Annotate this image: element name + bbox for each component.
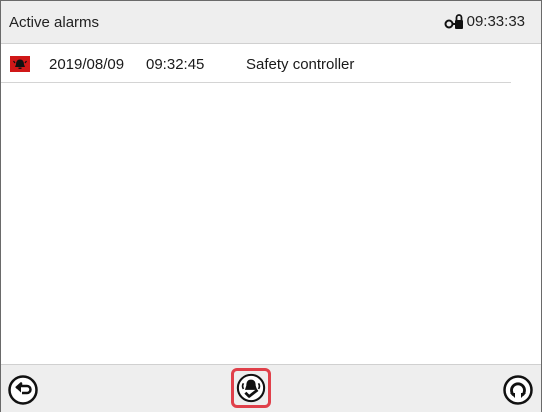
alarm-time: 09:32:45 — [146, 56, 205, 73]
mute-alarm-button[interactable] — [231, 368, 271, 408]
refresh-icon — [503, 375, 533, 405]
back-arrow-icon — [8, 375, 38, 405]
alarm-screen: Active alarms 09:33:33 2019/08/09 09:32:… — [0, 0, 542, 412]
clock: 09:33:33 — [466, 13, 525, 30]
alarm-list: 2019/08/09 09:32:45 Safety controller — [1, 44, 541, 83]
key-lock-icon — [444, 13, 463, 29]
refresh-button[interactable] — [501, 373, 535, 407]
header-bar: Active alarms 09:33:33 — [1, 1, 541, 44]
footer-bar — [1, 364, 541, 412]
status-area: 09:33:33 — [444, 13, 525, 30]
back-button[interactable] — [6, 373, 40, 407]
mute-alarm-icon — [236, 373, 266, 403]
alarm-message: Safety controller — [246, 56, 355, 73]
alarm-bell-icon — [10, 56, 30, 72]
alarm-date: 2019/08/09 — [49, 56, 125, 73]
page-title: Active alarms — [9, 14, 100, 31]
alarm-row[interactable]: 2019/08/09 09:32:45 Safety controller — [1, 44, 511, 83]
